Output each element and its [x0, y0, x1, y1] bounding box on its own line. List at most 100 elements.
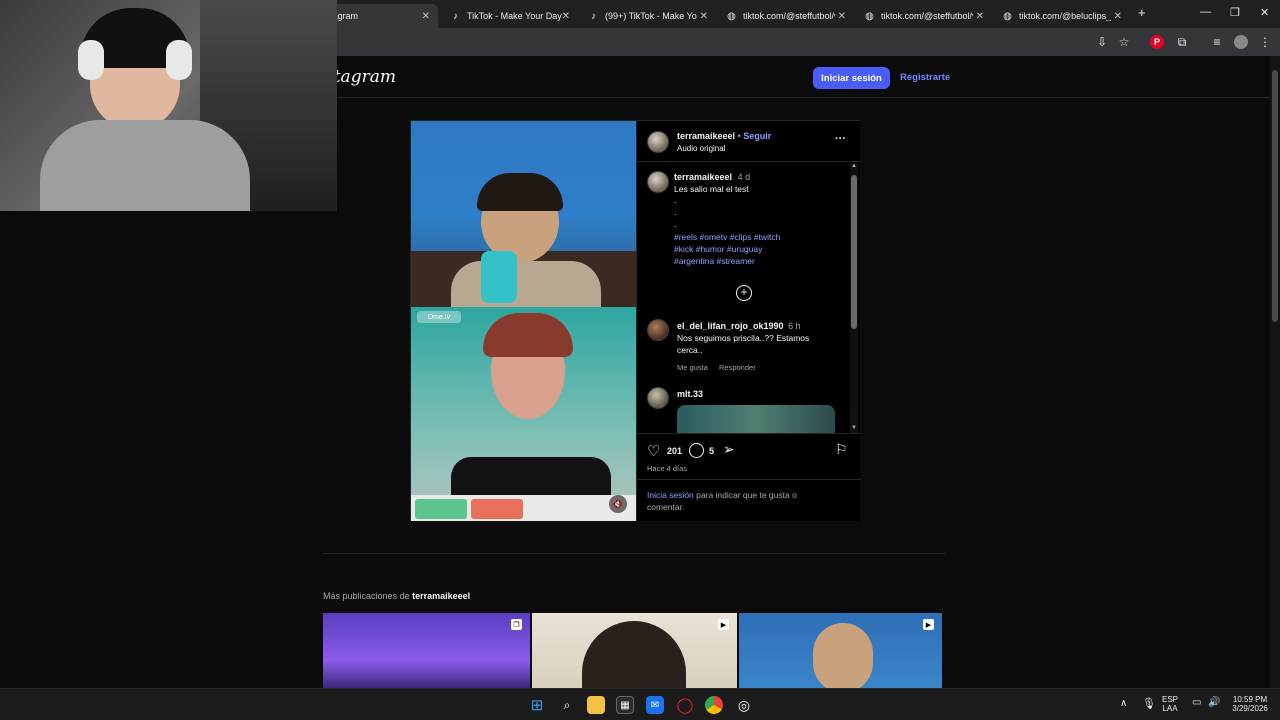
- chrome-icon[interactable]: [705, 696, 723, 714]
- comment-avatar[interactable]: [647, 387, 669, 409]
- close-icon[interactable]: ✕: [1114, 11, 1122, 22]
- person-hair: [582, 621, 686, 688]
- author-avatar[interactable]: [647, 131, 669, 153]
- language-indicator[interactable]: ESP LAA: [1162, 695, 1178, 713]
- login-prompt-link[interactable]: Inicia sesión: [647, 490, 694, 500]
- comment-gif[interactable]: [677, 405, 835, 433]
- tab-tiktok-4[interactable]: ◍ tiktok.com/@steffutbol/v ✕: [854, 4, 992, 28]
- save-bookmark-icon[interactable]: ⚐: [835, 441, 848, 458]
- bookmark-star-icon[interactable]: ☆: [1117, 35, 1131, 49]
- caption-header: terramaikeeel 4 d: [674, 172, 750, 182]
- comment-header: el_del_lifan_rojo_ok1990 6 h: [677, 321, 801, 331]
- volume-icon[interactable]: 🔊: [1208, 697, 1220, 708]
- more-posts-username[interactable]: terramaikeeel: [412, 591, 470, 601]
- share-send-icon[interactable]: ➢: [723, 441, 735, 458]
- tab-tiktok-2[interactable]: ♪ (99+) TikTok - Make Your ✕: [578, 4, 716, 28]
- profile-avatar-icon[interactable]: [1234, 35, 1248, 49]
- mute-icon[interactable]: 🔇: [609, 495, 627, 513]
- caption-text: Les salio mal el test: [674, 184, 749, 194]
- more-posts-label: Más publicaciones de: [323, 591, 410, 601]
- restore-icon[interactable]: ❐: [1230, 6, 1240, 19]
- login-prompt-text: para indicar que te gusta o: [696, 490, 797, 500]
- tab-instagram[interactable]: tagram ✕: [320, 4, 438, 28]
- scroll-thumb[interactable]: [851, 175, 857, 329]
- green-button: [415, 499, 467, 519]
- likes-count: 201: [667, 446, 683, 456]
- tab-tiktok-3[interactable]: ◍ tiktok.com/@steffutbol/v ✕: [716, 4, 854, 28]
- caption-hashtags[interactable]: #kick #humor #uruguay: [674, 244, 762, 254]
- follow-button[interactable]: Seguir: [743, 131, 771, 141]
- person-hair: [483, 313, 573, 357]
- more-options-icon[interactable]: ···: [835, 133, 846, 145]
- close-icon[interactable]: ✕: [422, 11, 430, 22]
- tab-tiktok-5[interactable]: ◍ tiktok.com/@beluclips_/v ✕: [992, 4, 1130, 28]
- store-icon[interactable]: ▦: [616, 696, 634, 714]
- person-face: [813, 623, 873, 688]
- comment-avatar[interactable]: [647, 319, 669, 341]
- reel-icon: ▶: [923, 619, 934, 630]
- tab-title: TikTok - Make Your Day: [467, 11, 562, 21]
- caption-hashtags[interactable]: #reels #ometv #clips #twitch: [674, 232, 780, 242]
- more-posts-heading: Más publicaciones de terramaikeeel: [323, 591, 470, 601]
- author-username[interactable]: terramaikeeel: [677, 131, 735, 141]
- new-tab-button[interactable]: +: [1138, 5, 1146, 20]
- mail-icon[interactable]: ✉: [646, 696, 664, 714]
- network-icon[interactable]: ▭: [1192, 697, 1201, 708]
- close-icon[interactable]: ✕: [976, 11, 984, 22]
- language-code: ESP: [1162, 695, 1179, 704]
- menu-kebab-icon[interactable]: ⋮: [1258, 35, 1272, 49]
- close-icon[interactable]: ✕: [562, 11, 570, 22]
- video-frame-top: [411, 121, 636, 311]
- audio-label[interactable]: Audio original: [677, 144, 725, 153]
- post-video[interactable]: Ome.tv 🔇: [411, 121, 636, 521]
- post-thumbnail-1[interactable]: ❐: [323, 613, 530, 688]
- obs-icon[interactable]: ◎: [735, 696, 753, 714]
- tab-tiktok-1[interactable]: ♪ TikTok - Make Your Day ✕: [440, 4, 578, 28]
- comment-username[interactable]: mlt.33: [677, 389, 703, 399]
- post-thumbnail-3[interactable]: ▶: [739, 613, 942, 688]
- media-control-icon[interactable]: ≡: [1210, 35, 1224, 49]
- pinterest-extension-icon[interactable]: P: [1150, 35, 1164, 49]
- windows-start-icon[interactable]: ⊞: [528, 696, 546, 714]
- close-window-icon[interactable]: ✕: [1260, 6, 1269, 19]
- page-scroll-thumb[interactable]: [1272, 70, 1278, 322]
- scroll-up-icon[interactable]: ▲: [851, 163, 857, 169]
- comment-text: Nos seguimos priscila..?? Estamos: [677, 333, 810, 343]
- comment-bubble-icon[interactable]: [689, 443, 704, 458]
- caption-hashtags[interactable]: #argentina #streamer: [674, 256, 755, 266]
- file-explorer-icon[interactable]: [587, 696, 605, 714]
- minimize-icon[interactable]: —: [1200, 6, 1211, 18]
- post-thumbnail-2[interactable]: ▶: [532, 613, 737, 688]
- close-icon[interactable]: ✕: [838, 11, 846, 22]
- comments-scrollbar[interactable]: ▲ ▼: [850, 163, 858, 433]
- comment-username[interactable]: el_del_lifan_rojo_ok1990: [677, 321, 784, 331]
- microphone-icon[interactable]: 🎙: [1142, 697, 1156, 710]
- cup: [481, 251, 517, 303]
- tab-title: tiktok.com/@steffutbol/v: [881, 11, 973, 21]
- login-button[interactable]: Iniciar sesión: [813, 67, 890, 89]
- scroll-down-icon[interactable]: ▼: [851, 425, 857, 431]
- comment-reply-button[interactable]: Responder: [719, 363, 756, 372]
- divider: [637, 433, 861, 434]
- search-icon[interactable]: ⌕: [558, 696, 576, 714]
- keyboard-layout: LAA: [1162, 704, 1178, 713]
- like-heart-icon[interactable]: ♡: [647, 442, 660, 460]
- extensions-icon[interactable]: ⧉: [1175, 35, 1189, 49]
- tab-title: tiktok.com/@beluclips_/v: [1019, 11, 1111, 21]
- caption-avatar[interactable]: [647, 171, 669, 193]
- comment-like-button[interactable]: Me gusta: [677, 363, 708, 372]
- clock[interactable]: 10:59 PM 3/29/2026: [1228, 695, 1272, 713]
- signup-link[interactable]: Registrarte: [900, 72, 950, 83]
- separator-dot: •: [737, 131, 741, 141]
- video-frame-bottom: Ome.tv 🔇: [411, 307, 636, 521]
- close-icon[interactable]: ✕: [700, 11, 708, 22]
- opera-icon[interactable]: ◯: [676, 696, 694, 714]
- load-more-comments-icon[interactable]: +: [736, 285, 752, 301]
- caption-username[interactable]: terramaikeeel: [674, 172, 732, 182]
- streamer-hoodie: [40, 120, 250, 211]
- section-divider: [323, 553, 945, 554]
- login-prompt: Inicia sesión para indicar que te gusta …: [647, 490, 797, 500]
- install-app-icon[interactable]: ⇩: [1095, 35, 1109, 49]
- tray-expand-icon[interactable]: ∧: [1120, 698, 1127, 709]
- page-scrollbar[interactable]: [1270, 56, 1280, 688]
